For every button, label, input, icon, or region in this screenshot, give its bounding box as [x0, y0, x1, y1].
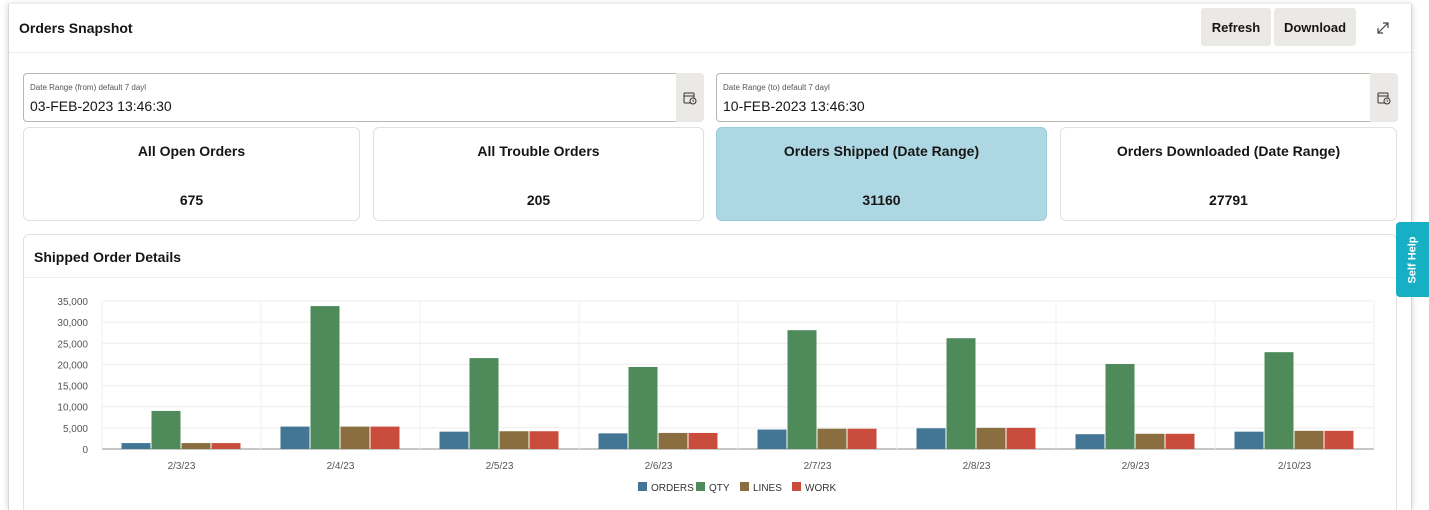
bar-lines[interactable]	[340, 426, 370, 449]
bar-work[interactable]	[1006, 427, 1036, 449]
bar-orders[interactable]	[121, 443, 151, 449]
date-from-value[interactable]: 03-FEB-2023 13:46:30	[30, 98, 172, 114]
orders-snapshot-window: Orders Snapshot Refresh Download Date Ra…	[8, 4, 1412, 510]
y-tick-label: 15,000	[57, 382, 88, 393]
shipped-order-details-panel: Shipped Order Details 35,000 30,000 25,000…	[23, 234, 1397, 510]
self-help-label: Self Help	[1406, 235, 1419, 284]
header-bar: Orders Snapshot Refresh Download	[9, 4, 1411, 53]
calendar-icon[interactable]	[676, 73, 704, 122]
calendar-icon[interactable]	[1370, 73, 1398, 122]
legend-swatch	[696, 482, 705, 491]
x-tick-label: 2/6/23	[645, 461, 673, 472]
date-from-field[interactable]: Date Range (from) default 7 dayl 03-FEB-…	[23, 73, 677, 122]
legend-swatch	[740, 482, 749, 491]
bar-qty[interactable]	[310, 306, 340, 449]
legend-swatch	[792, 482, 801, 491]
card-orders-downloaded[interactable]: Orders Downloaded (Date Range) 27791	[1060, 127, 1397, 221]
bar-lines[interactable]	[499, 431, 529, 449]
date-to-field[interactable]: Date Range (to) default 7 dayl 10-FEB-20…	[716, 73, 1371, 122]
bar-lines[interactable]	[1294, 430, 1324, 449]
y-tick-label: 20,000	[57, 360, 88, 371]
card-title: Orders Shipped (Date Range)	[783, 143, 980, 159]
bar-qty[interactable]	[469, 358, 499, 449]
bar-qty[interactable]	[628, 366, 658, 449]
y-tick-label: 5,000	[63, 424, 88, 435]
bar-work[interactable]	[1165, 433, 1195, 449]
date-to-label: Date Range (to) default 7 dayl	[723, 83, 830, 92]
bar-work[interactable]	[1324, 430, 1354, 449]
shipped-orders-bar-chart: 35,000 30,000 25,000 20,000 15,000 10,000 5,00…	[57, 297, 1375, 494]
bar-work[interactable]	[529, 431, 559, 449]
bar-orders[interactable]	[280, 426, 310, 449]
bar-lines[interactable]	[976, 427, 1006, 449]
bar-lines[interactable]	[1135, 433, 1165, 449]
card-all-trouble-orders[interactable]: All Trouble Orders 205	[373, 127, 704, 221]
bar-qty[interactable]	[1264, 352, 1294, 449]
self-help-tab[interactable]: Self Help	[1396, 222, 1429, 297]
bar-orders[interactable]	[916, 428, 946, 449]
bar-qty[interactable]	[1105, 364, 1135, 449]
card-title: Orders Downloaded (Date Range)	[1116, 143, 1341, 159]
legend-label[interactable]: QTY	[709, 483, 730, 494]
x-tick-label: 2/5/23	[486, 461, 514, 472]
y-tick-label: 35,000	[57, 297, 88, 308]
card-value: 27791	[1209, 192, 1248, 208]
bar-work[interactable]	[688, 432, 718, 449]
date-to-value[interactable]: 10-FEB-2023 13:46:30	[723, 98, 865, 114]
bar-qty[interactable]	[946, 338, 976, 449]
bar-qty[interactable]	[787, 330, 817, 449]
x-tick-label: 2/8/23	[963, 461, 991, 472]
card-value: 675	[179, 192, 204, 208]
date-from-label: Date Range (from) default 7 dayl	[30, 83, 147, 92]
x-tick-label: 2/3/23	[168, 461, 196, 472]
bar-orders[interactable]	[598, 433, 628, 449]
expand-icon[interactable]	[1371, 16, 1395, 40]
bar-qty[interactable]	[151, 410, 181, 449]
card-value: 31160	[862, 192, 901, 208]
bar-orders[interactable]	[1234, 431, 1264, 449]
legend-label[interactable]: WORK	[805, 483, 836, 494]
bar-lines[interactable]	[658, 432, 688, 449]
download-button[interactable]: Download	[1274, 8, 1356, 46]
bar-orders[interactable]	[1075, 434, 1105, 449]
x-tick-label: 2/7/23	[804, 461, 832, 472]
refresh-button[interactable]: Refresh	[1201, 8, 1271, 46]
y-tick-label: 25,000	[57, 339, 88, 350]
y-tick-label: 0	[82, 445, 88, 456]
card-title: All Trouble Orders	[477, 143, 600, 159]
page-title: Orders Snapshot	[19, 20, 133, 36]
bar-work[interactable]	[847, 428, 877, 449]
bar-orders[interactable]	[439, 431, 469, 449]
card-all-open-orders[interactable]: All Open Orders 675	[23, 127, 360, 221]
card-orders-shipped[interactable]: Orders Shipped (Date Range) 31160	[716, 127, 1047, 221]
bar-work[interactable]	[211, 443, 241, 449]
card-title: All Open Orders	[137, 143, 246, 159]
bar-work[interactable]	[370, 426, 400, 449]
x-tick-label: 2/10/23	[1278, 461, 1312, 472]
x-tick-label: 2/9/23	[1122, 461, 1150, 472]
bar-orders[interactable]	[757, 429, 787, 449]
legend-label[interactable]: ORDERS	[651, 483, 694, 494]
legend-label[interactable]: LINES	[753, 483, 782, 494]
y-tick-label: 10,000	[57, 403, 88, 414]
bar-lines[interactable]	[817, 428, 847, 449]
x-tick-label: 2/4/23	[327, 461, 355, 472]
legend-swatch	[638, 482, 647, 491]
y-tick-label: 30,000	[57, 318, 88, 329]
card-value: 205	[526, 192, 551, 208]
bar-lines[interactable]	[181, 443, 211, 449]
